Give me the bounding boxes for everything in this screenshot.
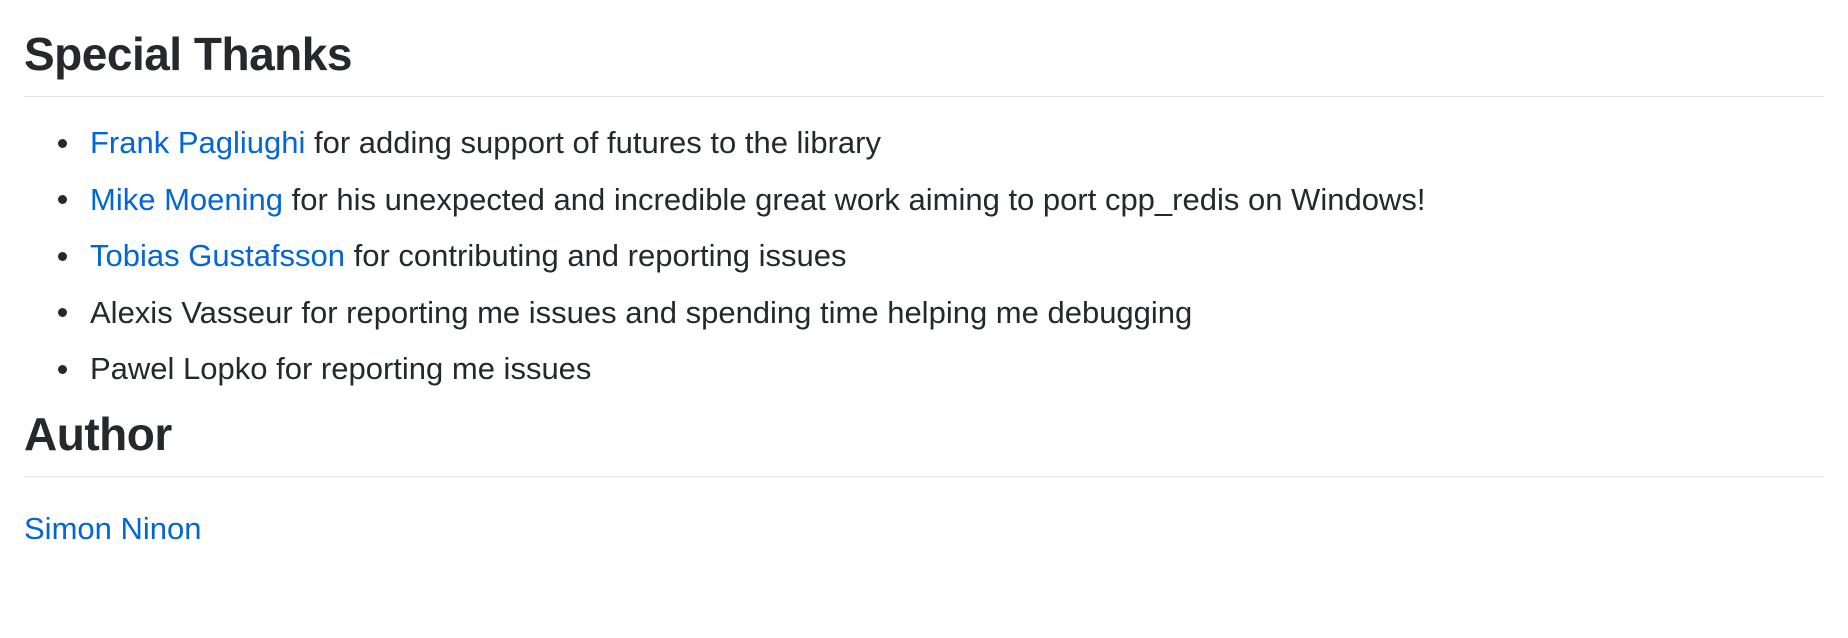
bullet-icon xyxy=(58,364,67,374)
bullet-icon xyxy=(58,195,67,204)
list-item-text: for contributing and reporting issues xyxy=(345,238,847,273)
contributor-link-tobias-gustafsson[interactable]: Tobias Gustafsson xyxy=(90,238,345,273)
readme-content: Special Thanks Frank Pagliughi for addin… xyxy=(24,0,1824,549)
bullet-icon xyxy=(58,138,67,148)
special-thanks-heading: Special Thanks xyxy=(24,0,1824,97)
author-paragraph: Simon Ninon xyxy=(24,509,1824,549)
author-heading: Author xyxy=(24,406,1824,477)
list-item: Pawel Lopko for reporting me issues xyxy=(58,349,1824,389)
list-item-text: Pawel Lopko for reporting me issues xyxy=(90,351,592,386)
contributor-link-mike-moening[interactable]: Mike Moening xyxy=(90,182,283,217)
list-item-text: Alexis Vasseur for reporting me issues a… xyxy=(90,294,1193,330)
list-item: Mike Moening for his unexpected and incr… xyxy=(58,180,1824,220)
list-item: Frank Pagliughi for adding support of fu… xyxy=(58,123,1824,163)
bullet-icon xyxy=(58,251,67,261)
list-item-text: for his unexpected and incredible great … xyxy=(282,181,1426,217)
list-item: Tobias Gustafsson for contributing and r… xyxy=(58,236,1824,276)
bullet-icon xyxy=(58,308,67,317)
contributor-link-frank-pagliughi[interactable]: Frank Pagliughi xyxy=(90,125,305,160)
author-link[interactable]: Simon Ninon xyxy=(24,511,201,546)
list-item: Alexis Vasseur for reporting me issues a… xyxy=(58,293,1824,333)
special-thanks-list: Frank Pagliughi for adding support of fu… xyxy=(24,123,1824,389)
list-item-text: for adding support of futures to the lib… xyxy=(305,125,881,160)
